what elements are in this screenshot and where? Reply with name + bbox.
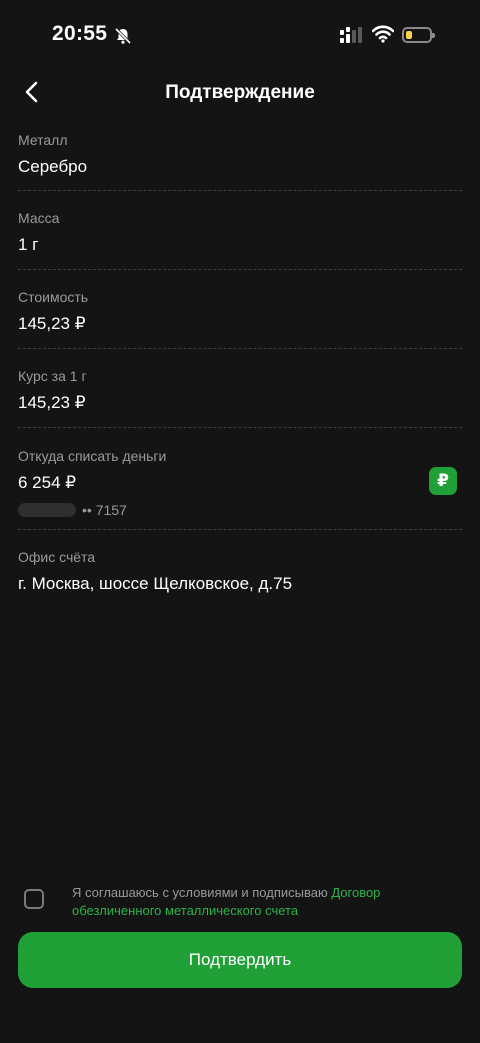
wifi-icon: [372, 25, 394, 43]
field-office: Офис счёта г. Москва, шоссе Щелковское, …: [18, 549, 462, 594]
field-label: Масса: [18, 210, 60, 226]
confirm-button[interactable]: Подтвердить: [18, 932, 462, 988]
field-mass: Масса 1 г: [18, 210, 462, 255]
field-label: Металл: [18, 132, 68, 148]
field-cost: Стоимость 145,23 ₽: [18, 289, 462, 334]
divider: [18, 269, 462, 270]
status-bar: 20:55: [0, 0, 480, 70]
field-label: Офис счёта: [18, 549, 96, 565]
divider: [18, 529, 462, 530]
field-value: 145,23 ₽: [18, 393, 86, 412]
status-time: 20:55: [52, 22, 108, 45]
field-label: Стоимость: [18, 289, 89, 305]
field-metal: Металл Серебро: [18, 132, 462, 177]
field-rate: Курс за 1 г 145,23 ₽: [18, 368, 462, 413]
agreement-checkbox[interactable]: [24, 889, 44, 909]
signal-icon: [340, 27, 362, 43]
field-value: 1 г: [18, 235, 39, 254]
account-number: •• 7157: [18, 502, 462, 518]
battery-icon: [402, 27, 435, 43]
field-label: Откуда списать деньги: [18, 448, 167, 464]
source-amount: 6 254 ₽: [18, 473, 77, 492]
header: Подтверждение: [0, 70, 480, 114]
field-value: г. Москва, шоссе Щелковское, д.75: [18, 574, 293, 593]
bell-muted-icon: [114, 27, 132, 45]
masked-account-name: [18, 503, 76, 517]
page-title: Подтверждение: [165, 82, 315, 103]
divider: [18, 190, 462, 191]
divider: [18, 348, 462, 349]
field-label: Курс за 1 г: [18, 368, 87, 384]
ruble-account-icon: ₽: [429, 467, 457, 495]
divider: [18, 427, 462, 428]
card-mask: •• 7157: [82, 502, 127, 518]
agreement-plain-text: Я соглашаюсь с условиями и подписываю: [72, 885, 332, 900]
agreement-text: Я соглашаюсь с условиями и подписываю До…: [72, 884, 462, 920]
field-source-account[interactable]: Откуда списать деньги 6 254 ₽ •• 7157: [18, 448, 462, 518]
field-value: Серебро: [18, 157, 88, 176]
field-value: 145,23 ₽: [18, 314, 86, 333]
